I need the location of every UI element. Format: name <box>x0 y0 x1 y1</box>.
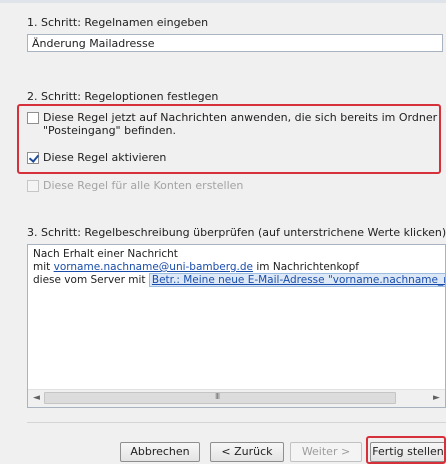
top-divider <box>0 0 446 3</box>
step1-title: 1. Schritt: Regelnamen eingeben <box>27 16 209 29</box>
rule-description-box[interactable]: Nach Erhalt einer Nachricht mit vorname.… <box>27 244 446 408</box>
desc-line-3: diese vom Server mit Betr.: Meine neue E… <box>33 273 445 287</box>
subject-text-link[interactable]: Betr.: Meine neue E-Mail-Adresse "vornam… <box>148 273 445 287</box>
desc-line-2-prefix: mit <box>33 261 54 273</box>
step3-title: 3. Schritt: Regelbeschreibung überprüfen… <box>27 226 446 239</box>
next-button[interactable]: Weiter > <box>290 442 362 462</box>
scroll-right-icon[interactable]: ► <box>433 393 440 403</box>
step2-title: 2. Schritt: Regeloptionen festlegen <box>27 90 219 103</box>
desc-line-1: Nach Erhalt einer Nachricht <box>33 248 178 260</box>
back-button[interactable]: < Zurück <box>210 442 284 462</box>
options-highlight-frame <box>17 104 441 174</box>
desc-line-2-suffix: im Nachrichtenkopf <box>253 261 359 273</box>
desc-line-2: mit vorname.nachname@uni-bamberg.de im N… <box>33 261 359 273</box>
rule-name-input[interactable] <box>27 34 443 52</box>
scroll-left-icon[interactable]: ◄ <box>33 393 40 403</box>
scrollbar-thumb[interactable]: III <box>44 392 396 404</box>
option-all-accounts: Diese Regel für alle Konten erstellen <box>27 179 243 192</box>
scroll-grip-icon: III <box>215 392 220 401</box>
footer-divider <box>27 422 446 423</box>
horizontal-scrollbar[interactable]: ◄ III ► <box>28 389 445 407</box>
desc-line-3-prefix: diese vom Server mit <box>33 274 149 286</box>
sender-address-link[interactable]: vorname.nachname@uni-bamberg.de <box>54 261 253 273</box>
cancel-button[interactable]: Abbrechen <box>120 442 200 462</box>
finish-highlight-frame <box>366 436 446 464</box>
all-accounts-checkbox <box>27 180 39 192</box>
all-accounts-label: Diese Regel für alle Konten erstellen <box>43 179 244 192</box>
